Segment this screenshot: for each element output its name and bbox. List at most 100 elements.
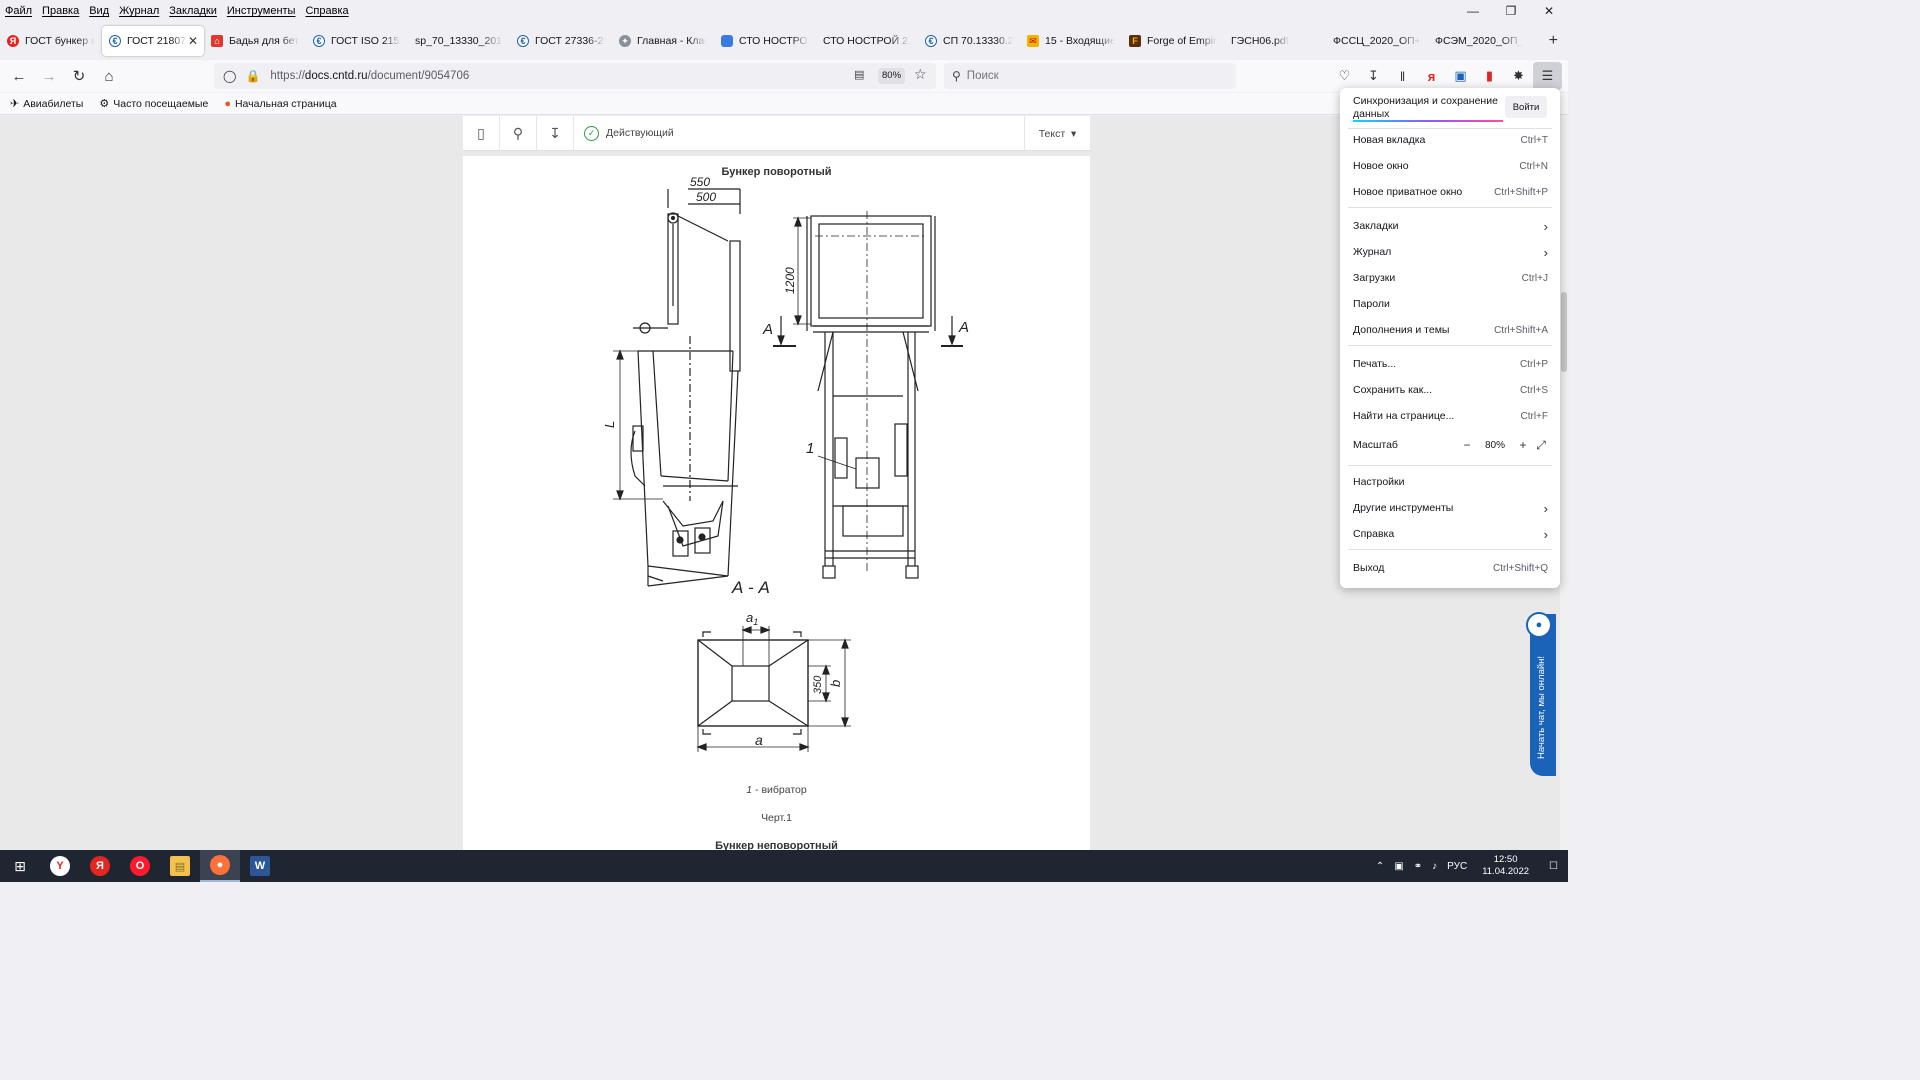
chevron-up-icon[interactable]: ⌃ <box>1371 861 1389 872</box>
url-bar[interactable]: ◯ 🔒 https://docs.cntd.ru/document/905470… <box>214 63 936 89</box>
search-input[interactable] <box>966 70 1207 82</box>
tab-10[interactable]: ✉ 15 - Входящие <box>1020 26 1122 56</box>
volume-icon[interactable]: ♪ <box>1427 861 1442 872</box>
file-explorer-icon[interactable]: ▤ <box>160 850 200 882</box>
back-icon[interactable]: ← <box>4 62 34 90</box>
menu-item-private-window[interactable]: Новое приватное окно Ctrl+Shift+P <box>1340 180 1560 204</box>
zoom-out-button[interactable]: − <box>1458 438 1476 452</box>
lock-icon[interactable]: 🔒 <box>245 69 260 83</box>
minimize-icon[interactable]: — <box>1454 0 1492 22</box>
tab-14[interactable]: ФСЭМ_2020_ОП_М <box>1428 26 1530 56</box>
cart-icon[interactable]: ▣ <box>1446 62 1475 90</box>
menu-view[interactable]: Вид <box>84 5 114 17</box>
chevron-right-icon: › <box>1543 526 1548 542</box>
home-icon[interactable]: ⌂ <box>94 62 124 90</box>
menu-item-downloads[interactable]: Загрузки Ctrl+J <box>1340 266 1560 290</box>
menu-item-new-tab[interactable]: Новая вкладка Ctrl+T <box>1340 128 1560 152</box>
wifi-icon[interactable]: ⚭ <box>1409 861 1427 872</box>
zoom-value[interactable]: 80% <box>1476 440 1514 451</box>
tab-close-icon[interactable]: ✕ <box>188 34 198 48</box>
notifications-icon[interactable]: ☐ <box>1539 861 1568 872</box>
bookmark-item[interactable]: ● Начальная страница <box>214 98 342 110</box>
menu-item-addons[interactable]: Дополнения и темы Ctrl+Shift+A <box>1340 318 1560 342</box>
tab-12[interactable]: ГЭСН06.pdf <box>1224 26 1326 56</box>
doc-search-icon[interactable]: ⚲ <box>500 116 537 151</box>
hamburger-menu-icon[interactable]: ☰ <box>1533 62 1562 90</box>
star-icon[interactable]: ☆ <box>914 66 927 83</box>
toolbar-icons: ♡ ↧ ‖ я ▣ ▮ ✸ ☰ <box>1330 62 1562 90</box>
chat-label[interactable]: Начать чат, мы онлайн! <box>1536 646 1547 768</box>
tab-4[interactable]: sp_70_13330_2012.p <box>408 26 510 56</box>
url-text[interactable]: https://docs.cntd.ru/document/9054706 <box>270 70 469 82</box>
check-icon: ✓ <box>584 125 599 141</box>
menu-history[interactable]: Журнал <box>114 5 164 17</box>
menu-item-history[interactable]: Журнал › <box>1340 240 1560 264</box>
view-mode-select[interactable]: Текст ▾ <box>1024 116 1090 151</box>
forward-icon[interactable]: → <box>34 62 64 90</box>
pocket-icon[interactable]: ♡ <box>1330 62 1359 90</box>
reader-view-icon[interactable]: ▤ <box>854 68 864 81</box>
tab-11[interactable]: F Forge of Empire <box>1122 26 1224 56</box>
shield-icon[interactable]: ◯ <box>223 69 236 83</box>
library-icon[interactable]: ‖ <box>1388 62 1417 90</box>
menu-tools[interactable]: Инструменты <box>222 5 301 17</box>
menu-item-more-tools[interactable]: Другие инструменты › <box>1340 496 1560 520</box>
emblem-icon: ✦ <box>619 35 631 47</box>
word-icon[interactable]: W <box>240 850 280 882</box>
scrollbar[interactable] <box>1560 116 1568 850</box>
zoom-badge[interactable]: 80% <box>878 68 906 84</box>
bookmark-item[interactable]: ✈ Авиабилеты <box>0 97 89 111</box>
menu-item-print[interactable]: Печать... Ctrl+P <box>1340 352 1560 376</box>
search-bar[interactable]: ⚲ <box>944 63 1236 89</box>
bookmark-item[interactable]: ⚙ Часто посещаемые <box>89 97 214 111</box>
login-button[interactable]: Войти <box>1505 96 1547 118</box>
restore-icon[interactable]: ❐ <box>1492 0 1530 22</box>
menu-item-save-as[interactable]: Сохранить как... Ctrl+S <box>1340 378 1560 402</box>
bookmark-ext-icon[interactable]: ▮ <box>1475 62 1504 90</box>
tab-6[interactable]: ✦ Главная - Клас <box>612 26 714 56</box>
house-icon: ⌂ <box>211 35 223 47</box>
download-icon[interactable]: ↧ <box>1359 62 1388 90</box>
menu-item-new-window[interactable]: Новое окно Ctrl+N <box>1340 154 1560 178</box>
fullscreen-icon[interactable]: ⤢ <box>1532 438 1550 453</box>
language-indicator[interactable]: РУС <box>1442 861 1472 872</box>
chat-widget[interactable]: ● Начать чат, мы онлайн! <box>1526 612 1556 776</box>
tab-5[interactable]: € ГОСТ 27336-20 <box>510 26 612 56</box>
menu-edit[interactable]: Правка <box>37 5 84 17</box>
windows-start-icon[interactable]: ⊞ <box>0 850 40 882</box>
menu-item-settings[interactable]: Настройки <box>1340 470 1560 494</box>
tab-0[interactable]: Я ГОСТ бункер я <box>0 26 102 56</box>
chat-bubble-icon[interactable]: ● <box>1526 612 1552 638</box>
menu-item-passwords[interactable]: Пароли <box>1340 292 1560 316</box>
yandex-ext-icon[interactable]: я <box>1417 62 1446 90</box>
tab-1-active[interactable]: € ГОСТ 21807- ✕ <box>102 26 204 56</box>
menu-bookmarks[interactable]: Закладки <box>164 5 222 17</box>
close-window-icon[interactable]: ✕ <box>1530 0 1568 22</box>
zoom-in-button[interactable]: + <box>1514 438 1532 452</box>
menu-file[interactable]: Файл <box>0 5 37 17</box>
clock[interactable]: 12:50 11.04.2022 <box>1472 854 1539 878</box>
menu-item-help[interactable]: Справка › <box>1340 522 1560 546</box>
meet-icon[interactable]: ▣ <box>1389 861 1408 872</box>
menu-item-find[interactable]: Найти на странице... Ctrl+F <box>1340 404 1560 428</box>
firefox-icon[interactable]: ● <box>200 850 240 882</box>
doc-download-icon[interactable]: ↧ <box>537 116 574 151</box>
new-tab-icon[interactable]: + <box>1549 32 1558 50</box>
yandex-browser-icon[interactable]: Y <box>40 850 80 882</box>
tab-8[interactable]: СТО НОСТРОЙ 2.6 <box>816 26 918 56</box>
tab-9[interactable]: € СП 70.13330.20 <box>918 26 1020 56</box>
menu-item-exit[interactable]: Выход Ctrl+Shift+Q <box>1340 556 1560 580</box>
sync-text[interactable]: Синхронизация и сохранение данных <box>1353 95 1503 121</box>
extension-icon[interactable]: ✸ <box>1504 62 1533 90</box>
tab-3[interactable]: € ГОСТ ISO 2157 <box>306 26 408 56</box>
menu-help[interactable]: Справка <box>300 5 353 17</box>
reload-icon[interactable]: ↻ <box>64 62 94 90</box>
opera-icon[interactable]: O <box>120 850 160 882</box>
yandex-icon[interactable]: Я <box>80 850 120 882</box>
tab-2[interactable]: ⌂ Бадья для бето <box>204 26 306 56</box>
menu-item-bookmarks[interactable]: Закладки › <box>1340 214 1560 238</box>
sidebar-toggle-icon[interactable]: ▯ <box>463 116 500 151</box>
tab-7[interactable]: СТО НОСТРОЙ <box>714 26 816 56</box>
scrollbar-thumb[interactable] <box>1561 292 1567 372</box>
tab-13[interactable]: ФССЦ_2020_ОП+М <box>1326 26 1428 56</box>
